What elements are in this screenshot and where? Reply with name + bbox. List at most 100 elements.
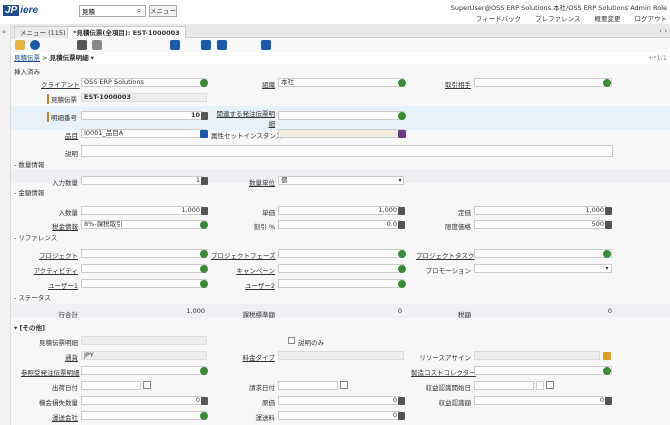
up-icon[interactable] — [201, 40, 211, 50]
lookup-icon[interactable] — [200, 412, 208, 420]
expand-icon[interactable]: » — [2, 28, 6, 36]
save-icon[interactable] — [77, 40, 87, 50]
lookup-icon[interactable] — [398, 280, 406, 288]
lookup-icon[interactable] — [200, 79, 208, 87]
menu-button[interactable]: メニュー — [149, 5, 177, 17]
record-nav: +*1/1 — [647, 54, 667, 62]
list-field[interactable]: 1,000 — [474, 206, 607, 215]
section-other[interactable]: ▾ [その他] — [14, 322, 45, 332]
preferences-link[interactable]: プレファレンス — [535, 15, 580, 23]
calculator-icon[interactable] — [398, 207, 405, 215]
lookup-icon[interactable] — [200, 280, 208, 288]
tab-estimate[interactable]: *見積伝票(全項目): EST-1000003 — [67, 26, 186, 38]
campaign-field[interactable] — [278, 264, 404, 273]
desc-field[interactable] — [81, 145, 613, 157]
revstart-field[interactable] — [474, 381, 534, 390]
client-label: クライアント — [41, 81, 80, 89]
qtyentered-field[interactable]: 1,000 — [81, 206, 203, 215]
project-field[interactable] — [81, 249, 207, 258]
lookup-icon[interactable] — [398, 112, 406, 120]
lookup-icon[interactable] — [398, 265, 406, 273]
calculator-icon[interactable] — [398, 412, 405, 420]
revamt-field[interactable]: 0 — [474, 396, 607, 405]
linetotal-label: 行合計 — [58, 311, 79, 319]
lookup-icon[interactable] — [200, 221, 208, 229]
lostqty-label: 機会損失数量 — [39, 399, 78, 407]
detail-icon[interactable] — [261, 40, 271, 50]
search-icon[interactable]: ⌕ — [133, 6, 145, 16]
calculator-icon[interactable] — [201, 112, 208, 120]
user-info: SuperUser@OSS ERP Solutions.本社/OSS ERP S… — [450, 4, 667, 12]
logout-link[interactable]: ログアウト — [635, 15, 668, 23]
limit-field[interactable]: 500 — [474, 220, 607, 229]
revstart-time-field[interactable] — [536, 381, 544, 390]
shipdate-field[interactable] — [81, 381, 141, 390]
breadcrumb-parent[interactable]: 見積伝票 — [14, 54, 40, 62]
discount-field[interactable]: 0.0 — [278, 220, 400, 229]
calculator-icon[interactable] — [605, 397, 612, 405]
related-field[interactable] — [278, 111, 404, 120]
section-quantity: - 数量情報 — [14, 161, 45, 169]
calculator-icon[interactable] — [398, 221, 405, 229]
report-icon[interactable] — [170, 40, 180, 50]
qty-field[interactable]: 1 — [81, 176, 203, 185]
chevron-down-icon[interactable]: ▾ — [603, 264, 611, 273]
tab-menu[interactable]: メニュー (115) — [14, 26, 72, 38]
lookup-icon[interactable] — [603, 250, 611, 258]
down-icon[interactable] — [217, 40, 227, 50]
calculator-icon[interactable] — [605, 221, 612, 229]
calendar-icon[interactable] — [143, 381, 151, 389]
costcol-field[interactable] — [474, 366, 612, 375]
shipper-field[interactable] — [81, 411, 207, 420]
calendar-icon[interactable] — [546, 381, 554, 389]
lookup-icon[interactable] — [200, 367, 208, 375]
lookup-icon[interactable] — [398, 79, 406, 87]
org-field[interactable]: 本社 — [278, 78, 404, 87]
calculator-icon[interactable] — [201, 207, 208, 215]
calculator-icon[interactable] — [201, 397, 208, 405]
bpartner-field[interactable] — [474, 78, 612, 87]
line-field[interactable]: 10 — [81, 111, 203, 120]
uom-select[interactable]: 個 — [278, 176, 404, 185]
lookup-icon[interactable] — [200, 250, 208, 258]
checkbox[interactable] — [288, 337, 295, 344]
product-field[interactable]: I0001_品目A — [81, 129, 207, 138]
activity-field[interactable] — [81, 264, 207, 273]
taxbase-field: 0 — [397, 308, 402, 315]
feedback-link[interactable]: フィードバック — [476, 15, 521, 23]
currency-label: 通貨 — [65, 354, 78, 362]
phase-field[interactable] — [278, 249, 404, 258]
resource-icon[interactable] — [603, 352, 611, 360]
freight-field[interactable]: 0 — [278, 411, 400, 420]
user1-field[interactable] — [81, 279, 207, 288]
calculator-icon[interactable] — [398, 397, 405, 405]
task-field[interactable] — [474, 249, 612, 258]
product-icon[interactable] — [200, 130, 208, 138]
attr-field[interactable] — [278, 129, 404, 138]
tax-field[interactable]: 8%-課税取引 — [81, 220, 207, 229]
lookup-icon[interactable] — [398, 250, 406, 258]
change-role-link[interactable]: 概要変更 — [595, 15, 621, 23]
cost-field[interactable]: 0 — [278, 396, 400, 405]
grid-icon[interactable] — [92, 40, 102, 50]
client-field[interactable]: OSS ERP Solutions — [81, 78, 207, 87]
user2-field[interactable] — [278, 279, 404, 288]
calculator-icon[interactable] — [201, 177, 208, 185]
campaign-label: キャンペーン — [236, 267, 275, 275]
undo-icon[interactable] — [15, 40, 25, 50]
tab-menu-icon[interactable]: ‹ › — [659, 27, 667, 35]
lookup-icon[interactable] — [603, 79, 611, 87]
lostqty-field[interactable]: 0 — [81, 396, 203, 405]
lookup-icon[interactable] — [200, 265, 208, 273]
calculator-icon[interactable] — [605, 207, 612, 215]
promo-select[interactable] — [474, 264, 612, 273]
lookup-icon[interactable] — [603, 367, 611, 375]
breadcrumb-current[interactable]: 見積伝票明細 — [50, 54, 89, 62]
calendar-icon[interactable] — [340, 381, 348, 389]
refpo-field[interactable] — [81, 366, 207, 375]
attribute-icon[interactable] — [398, 130, 406, 138]
chevron-down-icon[interactable]: ▾ — [396, 176, 404, 185]
price-field[interactable]: 1,000 — [278, 206, 400, 215]
invdate-field[interactable] — [278, 381, 338, 390]
help-icon[interactable] — [30, 40, 40, 50]
